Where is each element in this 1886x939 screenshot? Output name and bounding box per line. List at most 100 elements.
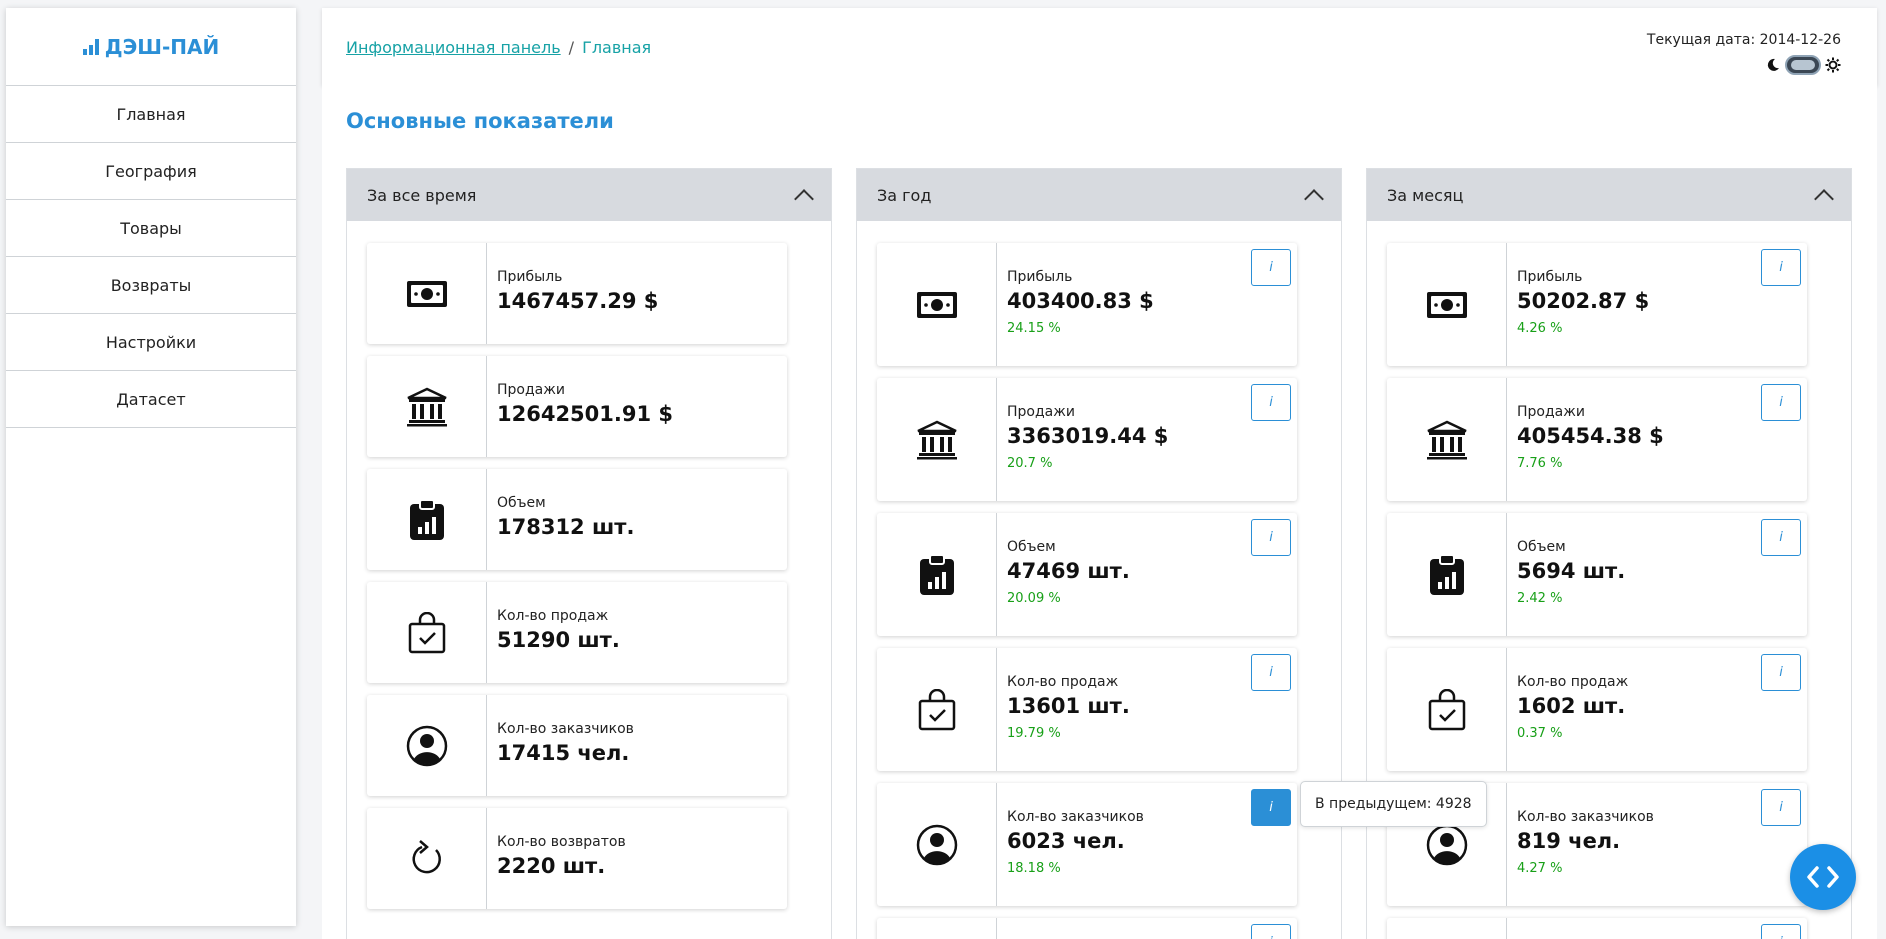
metric-percent: 4.26 % [1517, 321, 1563, 336]
metric-percent: 24.15 % [1007, 321, 1061, 336]
clipboard-chart-icon [367, 469, 487, 570]
panel-header[interactable]: За все время [347, 169, 831, 221]
metric-value: 1467457.29 $ [497, 289, 659, 313]
main-content: Основные показатели За все время Прибыль… [322, 86, 1877, 939]
metric-card-volume: Объем 178312 шт. [367, 469, 787, 570]
info-button[interactable]: i [1251, 654, 1291, 691]
info-button[interactable]: i [1251, 384, 1291, 421]
metric-label: Прибыль [497, 269, 563, 285]
metric-value: 2220 шт. [497, 854, 606, 878]
metric-label: Кол-во заказчиков [497, 721, 634, 737]
metric-card-profit: Прибыль 403400.83 $ 24.15 % i [877, 243, 1297, 366]
metric-percent: 2.42 % [1517, 591, 1563, 606]
metric-value: 819 чел. [1517, 829, 1621, 853]
info-button[interactable]: i [1761, 654, 1801, 691]
metric-card-partial: i [1387, 918, 1807, 939]
panel-title: За месяц [1387, 185, 1464, 205]
info-button[interactable]: i [1761, 789, 1801, 826]
chevron-up-icon[interactable] [1304, 189, 1324, 209]
metric-value: 178312 шт. [497, 515, 635, 539]
money-icon [1387, 243, 1507, 366]
metric-label: Продажи [1517, 404, 1585, 420]
sidebar: ДЭШ-ПАЙ Главная География Товары Возврат… [6, 8, 296, 926]
moon-icon [1767, 58, 1779, 71]
info-button[interactable]: i [1761, 249, 1801, 286]
card-icon-slot [1387, 918, 1507, 939]
card-icon-slot [877, 918, 997, 939]
logo[interactable]: ДЭШ-ПАЙ [6, 8, 296, 86]
metric-value: 6023 чел. [1007, 829, 1125, 853]
metric-percent: 4.27 % [1517, 861, 1563, 876]
metric-label: Кол-во заказчиков [1007, 809, 1144, 825]
info-button[interactable]: i [1251, 249, 1291, 286]
panel-header[interactable]: За год [857, 169, 1341, 221]
panel-header[interactable]: За месяц [1367, 169, 1851, 221]
metric-label: Объем [497, 495, 546, 511]
metric-value: 17415 чел. [497, 741, 630, 765]
info-button[interactable]: i [1251, 519, 1291, 556]
code-button[interactable] [1790, 844, 1856, 910]
sidebar-item-main[interactable]: Главная [6, 86, 296, 143]
sidebar-item-returns[interactable]: Возвраты [6, 257, 296, 314]
metric-label: Кол-во заказчиков [1517, 809, 1654, 825]
user-circle-icon [877, 783, 997, 906]
metric-card-sales: Продажи 405454.38 $ 7.76 % i [1387, 378, 1807, 501]
metric-card-volume: Объем 5694 шт. 2.42 % i [1387, 513, 1807, 636]
metric-label: Кол-во продаж [497, 608, 609, 624]
metric-card-profit: Прибыль 1467457.29 $ [367, 243, 787, 344]
info-button[interactable]: i [1251, 789, 1291, 826]
sun-icon [1825, 57, 1841, 73]
metric-label: Кол-во возвратов [497, 834, 626, 850]
info-tooltip: В предыдущем: 4928 [1300, 781, 1487, 827]
metric-value: 403400.83 $ [1007, 289, 1154, 313]
metric-card-sales-count: Кол-во продаж 13601 шт. 19.79 % i [877, 648, 1297, 771]
clipboard-chart-icon [1387, 513, 1507, 636]
metric-value: 5694 шт. [1517, 559, 1626, 583]
chevron-up-icon[interactable] [1814, 189, 1834, 209]
metric-label: Продажи [497, 382, 565, 398]
refresh-icon [367, 808, 487, 909]
panel-title: За год [877, 185, 932, 205]
metric-value: 3363019.44 $ [1007, 424, 1169, 448]
money-icon [367, 243, 487, 344]
metric-value: 51290 шт. [497, 628, 620, 652]
shopping-bag-check-icon [367, 582, 487, 683]
metric-percent: 20.09 % [1007, 591, 1061, 606]
panel-year: За год Прибыль 403400.83 $ 24.15 % i Прода… [856, 168, 1342, 939]
chevron-up-icon[interactable] [794, 189, 814, 209]
breadcrumb-link-dashboard[interactable]: Информационная панель [346, 38, 561, 57]
page-title: Основные показатели [346, 109, 614, 133]
info-button[interactable]: i [1761, 924, 1801, 939]
metric-value: 405454.38 $ [1517, 424, 1664, 448]
info-button[interactable]: i [1251, 924, 1291, 939]
metric-label: Прибыль [1517, 269, 1583, 285]
sidebar-item-dataset[interactable]: Датасет [6, 371, 296, 428]
metric-value: 47469 шт. [1007, 559, 1130, 583]
metric-value: 50202.87 $ [1517, 289, 1650, 313]
metric-label: Прибыль [1007, 269, 1073, 285]
user-circle-icon [367, 695, 487, 796]
metric-label: Объем [1007, 539, 1056, 555]
metric-card-customers: Кол-во заказчиков 17415 чел. [367, 695, 787, 796]
metric-percent: 18.18 % [1007, 861, 1061, 876]
metric-label: Объем [1517, 539, 1566, 555]
theme-toggle[interactable] [1785, 55, 1821, 75]
metric-card-returns: Кол-во возвратов 2220 шт. [367, 808, 787, 909]
bank-icon [367, 356, 487, 457]
panel-all-time: За все время Прибыль 1467457.29 $ Продажи… [346, 168, 832, 939]
bar-chart-icon [82, 38, 99, 55]
metric-card-partial: i [877, 918, 1297, 939]
metric-percent: 19.79 % [1007, 726, 1061, 741]
metric-value: 12642501.91 $ [497, 402, 674, 426]
panel-title: За все время [367, 185, 477, 205]
sidebar-item-geography[interactable]: География [6, 143, 296, 200]
breadcrumb-separator: / [568, 38, 575, 57]
logo-text: ДЭШ-ПАЙ [104, 34, 220, 59]
clipboard-chart-icon [877, 513, 997, 636]
sidebar-item-products[interactable]: Товары [6, 200, 296, 257]
breadcrumb-current: Главная [582, 38, 652, 57]
info-button[interactable]: i [1761, 384, 1801, 421]
info-button[interactable]: i [1761, 519, 1801, 556]
sidebar-item-settings[interactable]: Настройки [6, 314, 296, 371]
bank-icon [877, 378, 997, 501]
